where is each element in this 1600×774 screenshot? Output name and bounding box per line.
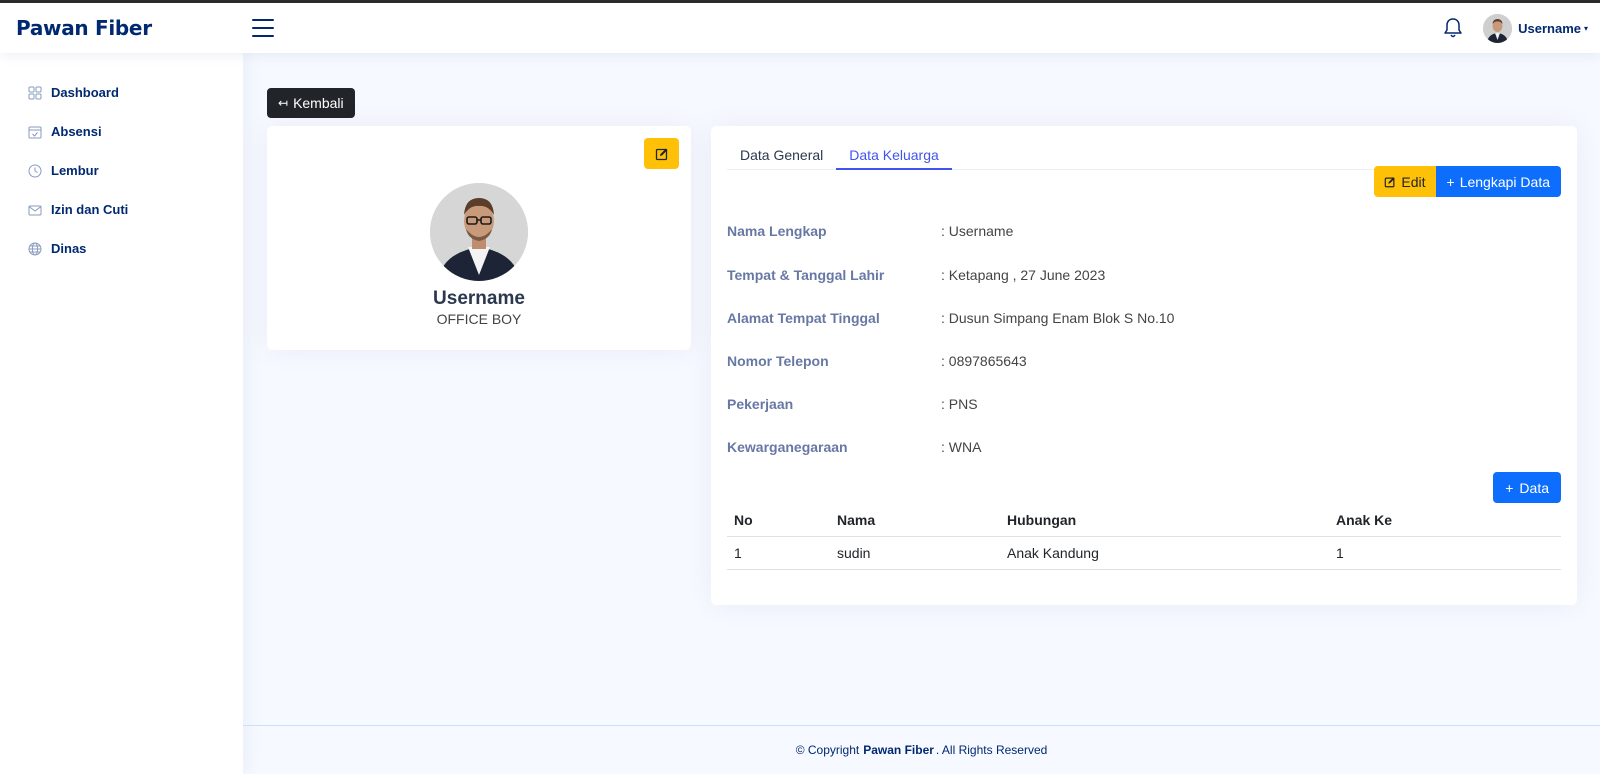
detail-value: : Dusun Simpang Enam Blok S No.10 — [941, 310, 1175, 326]
copyright-suffix: . All Rights Reserved — [935, 743, 1048, 757]
sidebar-item-izin-dan-cuti[interactable]: Izin dan Cuti — [0, 190, 243, 229]
detail-row-alamat: Alamat Tempat Tinggal : Dusun Simpang En… — [727, 310, 1561, 326]
back-button[interactable]: ↤ Kembali — [267, 88, 355, 118]
detail-row-telepon: Nomor Telepon : 0897865643 — [727, 353, 1561, 369]
profile-card: Username OFFICE BOY — [267, 126, 691, 350]
column-header: Hubungan — [1000, 504, 1329, 537]
sidebar: Dashboard Absensi Lembur Izin dan Cuti D… — [0, 53, 243, 774]
plus-icon: + — [1505, 479, 1514, 496]
detail-value: : Ketapang , 27 June 2023 — [941, 267, 1106, 283]
sidebar-item-label: Dinas — [51, 241, 87, 256]
sidebar-item-dinas[interactable]: Dinas — [0, 229, 243, 268]
add-data-button[interactable]: + Data — [1493, 472, 1561, 503]
tab-data-general[interactable]: Data General — [727, 140, 836, 170]
sidebar-item-label: Absensi — [51, 124, 102, 139]
add-data-label: Data — [1519, 479, 1549, 496]
copyright-prefix: © Copyright — [795, 743, 860, 757]
profile-role: OFFICE BOY — [436, 311, 522, 327]
plus-icon: + — [1446, 173, 1455, 190]
sidebar-item-label: Lembur — [51, 163, 99, 178]
brand-logo[interactable]: Pawan Fiber — [16, 16, 252, 40]
back-button-label: Kembali — [293, 95, 344, 111]
avatar[interactable] — [1483, 13, 1513, 43]
sidebar-item-label: Dashboard — [51, 85, 119, 100]
edit-button[interactable]: Edit — [1374, 166, 1436, 197]
footer: © Copyright Pawan Fiber . All Rights Res… — [243, 725, 1600, 774]
profile-photo — [430, 183, 528, 281]
table-cell: 1 — [1329, 536, 1561, 570]
detail-label: Tempat & Tanggal Lahir — [727, 267, 885, 283]
envelope-icon — [28, 205, 42, 215]
column-header: No — [727, 504, 830, 537]
pencil-square-icon — [1385, 176, 1396, 187]
main-content: ↤ Kembali Username OFFICE BOY Data Gener… — [243, 53, 1600, 725]
tab-data-keluarga[interactable]: Data Keluarga — [836, 140, 952, 170]
detail-label: Kewarganegaraan — [727, 439, 848, 455]
lengkapi-data-label: Lengkapi Data — [1459, 173, 1550, 190]
action-button-group: Edit + Lengkapi Data — [1374, 166, 1561, 197]
detail-value: : Username — [941, 223, 1014, 239]
table-cell: Anak Kandung — [1000, 536, 1329, 570]
detail-card: Data General Data Keluarga Edit + Lengka… — [711, 126, 1577, 605]
detail-value: : WNA — [941, 439, 982, 455]
detail-value: : 0897865643 — [941, 353, 1027, 369]
chevron-down-icon[interactable]: ▾ — [1584, 24, 1588, 33]
top-header: Pawan Fiber Username ▾ — [0, 3, 1600, 53]
detail-row-nama-lengkap: Nama Lengkap : Username — [727, 223, 1561, 239]
column-header: Anak Ke — [1329, 504, 1561, 537]
copyright-brand: Pawan Fiber — [863, 743, 934, 757]
sidebar-item-absensi[interactable]: Absensi — [0, 112, 243, 151]
detail-label: Nama Lengkap — [727, 223, 827, 239]
bell-icon[interactable] — [1443, 17, 1463, 39]
menu-toggle-icon[interactable] — [252, 19, 274, 37]
table-row: 1 sudin Anak Kandung 1 — [727, 536, 1561, 570]
table-cell: 1 — [727, 536, 830, 570]
detail-value: : PNS — [941, 396, 978, 412]
grid-icon — [28, 86, 42, 99]
sidebar-item-lembur[interactable]: Lembur — [0, 151, 243, 190]
family-table: No Nama Hubungan Anak Ke 1 sudin Anak Ka… — [727, 504, 1561, 570]
column-header: Nama — [830, 504, 1000, 537]
detail-label: Nomor Telepon — [727, 353, 829, 369]
edit-button-label: Edit — [1401, 173, 1426, 190]
user-name[interactable]: Username — [1518, 21, 1581, 36]
edit-profile-button[interactable] — [644, 138, 679, 169]
sidebar-item-label: Izin dan Cuti — [51, 202, 129, 217]
clock-icon — [28, 164, 42, 177]
detail-label: Pekerjaan — [727, 396, 794, 412]
header-right: Username ▾ — [1443, 13, 1588, 43]
calendar-icon — [28, 126, 42, 138]
table-header-row: No Nama Hubungan Anak Ke — [727, 504, 1561, 537]
lengkapi-data-button[interactable]: + Lengkapi Data — [1435, 166, 1561, 197]
table-cell: sudin — [830, 536, 1000, 570]
back-arrow-icon: ↤ — [278, 96, 289, 110]
profile-name: Username — [433, 288, 525, 309]
sidebar-item-dashboard[interactable]: Dashboard — [0, 73, 243, 112]
detail-label: Alamat Tempat Tinggal — [727, 310, 880, 326]
globe-icon — [28, 242, 42, 255]
detail-row-pekerjaan: Pekerjaan : PNS — [727, 396, 1561, 412]
detail-row-ttl: Tempat & Tanggal Lahir : Ketapang , 27 J… — [727, 267, 1561, 283]
detail-row-kewarganegaraan: Kewarganegaraan : WNA — [727, 439, 1561, 455]
pencil-square-icon — [655, 148, 667, 160]
